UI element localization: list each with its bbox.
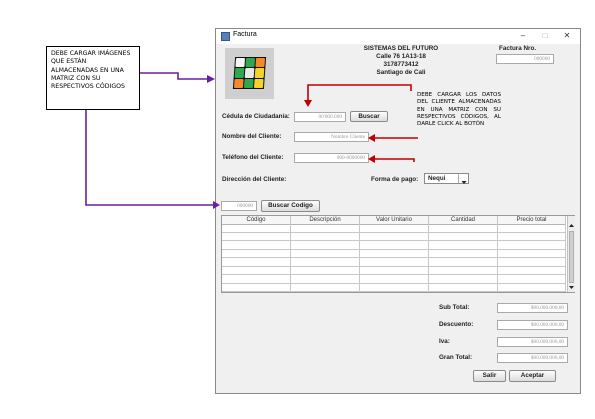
arrow-callout-to-code <box>85 110 216 206</box>
arrowhead-cube <box>207 75 215 83</box>
arrow-note-to-search <box>307 84 412 102</box>
arrowhead-phone <box>368 155 375 163</box>
arrowhead-name <box>368 134 375 142</box>
arrowhead-search <box>304 100 312 107</box>
arrow-callout-to-cube <box>140 72 208 80</box>
annotation-arrows <box>85 72 418 209</box>
arrow-note-to-phone <box>372 158 415 162</box>
arrowhead-code <box>213 201 220 209</box>
